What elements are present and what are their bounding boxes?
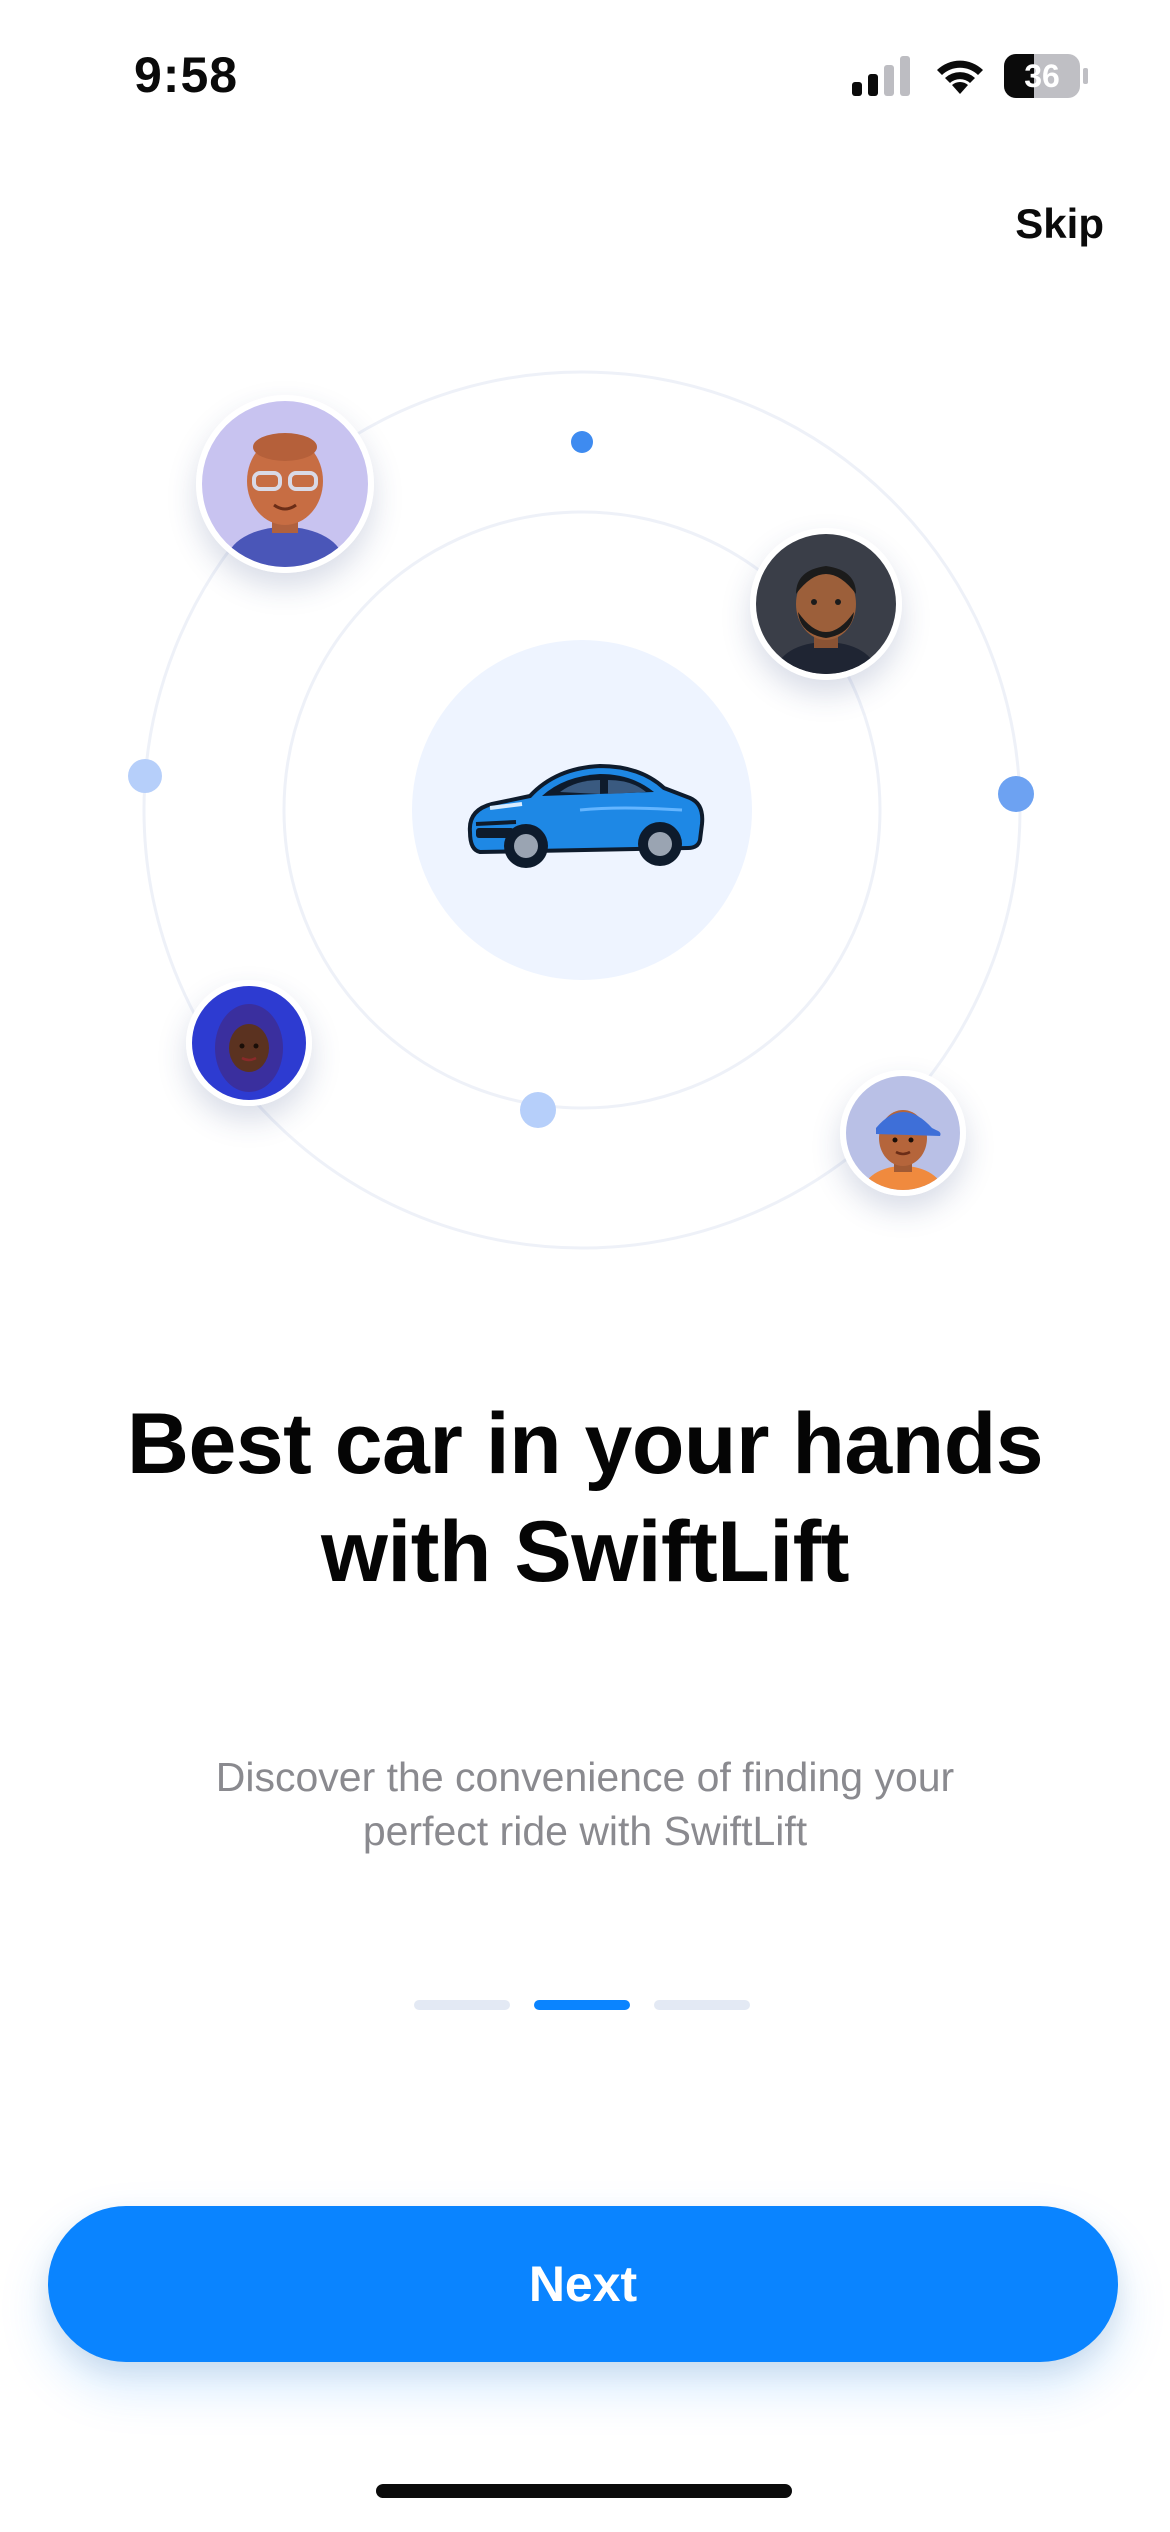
orbit-dot (520, 1092, 556, 1128)
status-bar: 9:58 36 (0, 0, 1170, 150)
next-button[interactable]: Next (48, 2206, 1118, 2362)
onboarding-headline: Best car in your hands with SwiftLift (126, 1396, 1044, 1600)
orbit-dot (571, 431, 593, 453)
avatar-hijab-woman (186, 980, 312, 1106)
skip-button[interactable]: Skip (1015, 200, 1104, 248)
avatar-glasses-woman (196, 395, 374, 573)
page-indicator-dot (654, 2000, 750, 2010)
battery-level: 36 (1024, 58, 1060, 94)
wifi-icon (937, 60, 983, 94)
orbit-dot (128, 759, 162, 793)
status-time: 9:58 (134, 47, 239, 103)
orbit-dot (998, 776, 1034, 812)
avatar-cap-boy (840, 1070, 966, 1196)
home-indicator[interactable] (376, 2484, 792, 2498)
page-indicator-dot-active (534, 2000, 630, 2010)
car-icon (467, 763, 705, 868)
avatar-bearded-man (750, 528, 902, 680)
page-indicator-dot (414, 2000, 510, 2010)
signal-icon (852, 56, 910, 96)
page-indicator (414, 2000, 750, 2012)
onboarding-subtitle: Discover the convenience of finding your… (215, 1754, 955, 1854)
onboarding-illustration (0, 300, 1170, 1280)
